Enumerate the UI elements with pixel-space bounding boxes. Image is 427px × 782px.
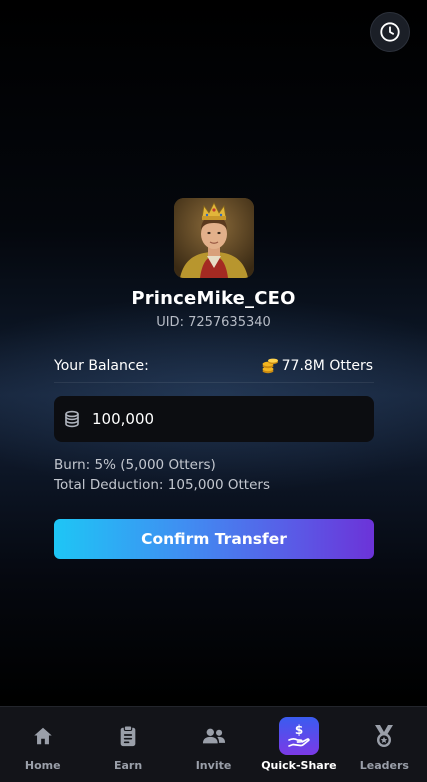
history-button[interactable] — [370, 12, 410, 52]
medal-icon — [375, 725, 394, 747]
balance-divider — [54, 382, 374, 383]
nav-item-earn[interactable]: Earn — [85, 707, 170, 782]
nav-item-leaders[interactable]: Leaders — [342, 707, 427, 782]
coin-stack-icon — [262, 358, 278, 374]
burn-text: Burn: 5% (5,000 Otters) — [54, 457, 216, 473]
clipboard-icon — [120, 725, 136, 747]
user-uid: UID: 7257635340 — [156, 315, 271, 330]
balance-value-group: 77.8M Otters — [261, 358, 373, 374]
nav-label-invite: Invite — [195, 759, 232, 772]
bottom-nav: Home Earn Invite $ Quick-Share Leaders — [0, 706, 427, 782]
amount-field[interactable] — [54, 396, 374, 442]
users-icon — [202, 728, 225, 744]
total-deduction-text: Total Deduction: 105,000 Otters — [54, 477, 270, 493]
balance-label: Your Balance: — [54, 358, 149, 374]
svg-text:$: $ — [295, 723, 303, 737]
clock-icon — [380, 22, 400, 42]
nav-item-home[interactable]: Home — [0, 707, 85, 782]
home-icon — [33, 727, 52, 745]
nav-item-invite[interactable]: Invite — [171, 707, 256, 782]
coins-icon — [65, 410, 79, 428]
nav-label-quick-share: Quick-Share — [261, 759, 337, 772]
nav-label-earn: Earn — [114, 759, 143, 772]
confirm-transfer-button[interactable]: Confirm Transfer — [54, 519, 374, 559]
avatar — [174, 198, 254, 278]
amount-input[interactable] — [92, 410, 342, 428]
username: PrinceMike_CEO — [131, 288, 296, 309]
nav-label-home: Home — [24, 759, 61, 772]
nav-item-quick-share[interactable]: $ Quick-Share — [256, 707, 341, 782]
hand-dollar-icon: $ — [288, 723, 310, 747]
balance-amount: 77.8M Otters — [281, 358, 373, 374]
nav-label-leaders: Leaders — [359, 759, 409, 772]
